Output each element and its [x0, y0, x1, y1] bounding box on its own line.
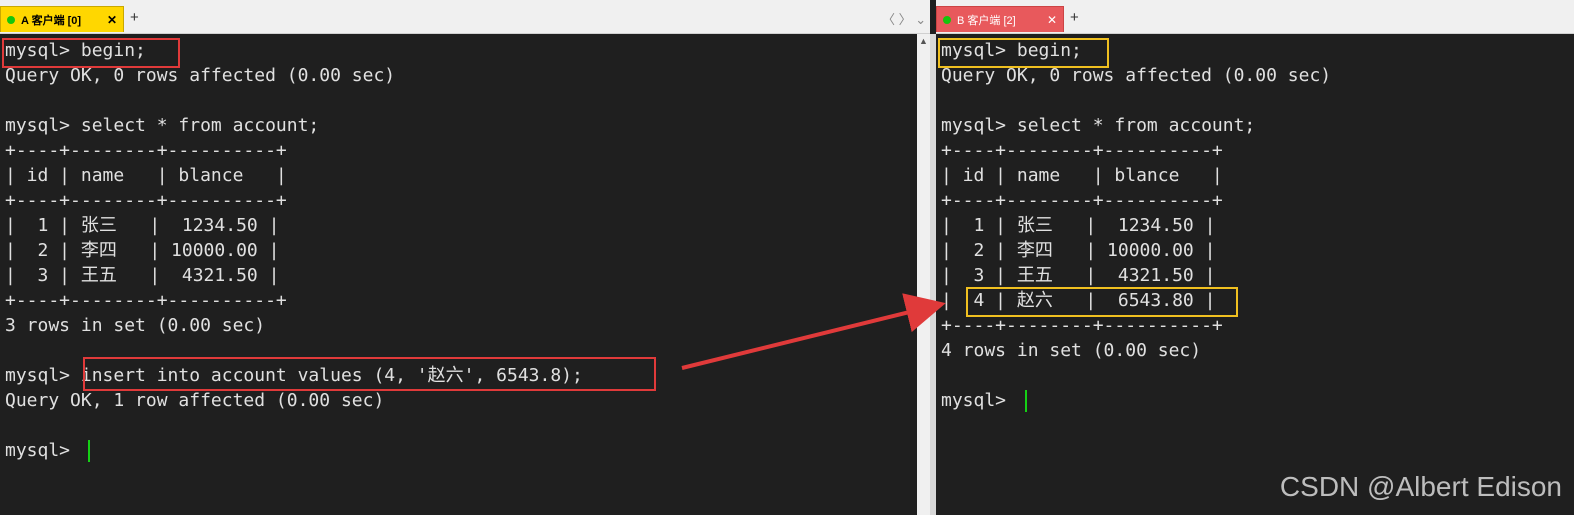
watermark: CSDN @Albert Edison	[1279, 471, 1562, 502]
arrow-icon	[681, 293, 946, 370]
